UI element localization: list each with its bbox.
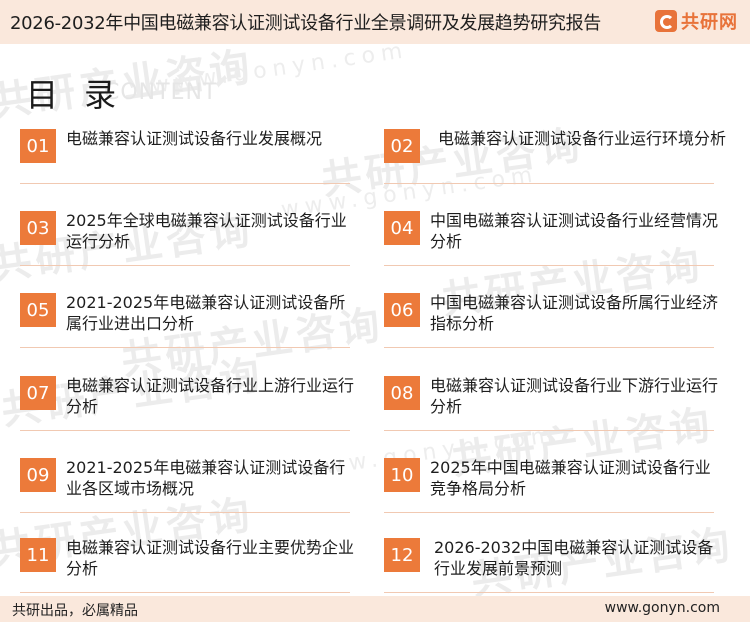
footer-slogan: 共研出品，必属精品: [12, 603, 138, 619]
toc-item-number: 07: [20, 376, 56, 410]
toc-item-03[interactable]: 03 2025年全球电磁兼容认证测试设备行业运行分析: [20, 211, 350, 281]
toc-item-08[interactable]: 08 电磁兼容认证测试设备行业下游行业运行分析: [384, 376, 718, 446]
toc-item-05[interactable]: 05 2021-2025年电磁兼容认证测试设备所属行业进出口分析: [20, 293, 350, 363]
divider: [20, 347, 350, 348]
toc-item-number: 02: [384, 129, 420, 163]
toc-item-number: 08: [384, 376, 420, 410]
toc-item-01[interactable]: 01 电磁兼容认证测试设备行业发展概况: [20, 129, 350, 199]
divider: [384, 430, 714, 431]
divider: [20, 265, 350, 266]
toc-item-label: 2025年中国电磁兼容认证测试设备行业竞争格局分析: [430, 458, 711, 498]
brand-logo[interactable]: 共研网: [655, 8, 738, 34]
toc-item-label: 2026-2032中国电磁兼容认证测试设备行业发展前景预测: [434, 538, 714, 578]
toc-item-number: 12: [384, 538, 420, 572]
header-bar: 2026-2032年中国电磁兼容认证测试设备行业全景调研及发展趋势研究报告 共研…: [0, 0, 750, 44]
toc-item-label: 电磁兼容认证测试设备行业上游行业运行分析: [66, 376, 355, 416]
toc-item-number: 04: [384, 211, 420, 245]
toc-item-number: 11: [20, 538, 56, 572]
divider: [20, 183, 350, 184]
toc-item-label: 电磁兼容认证测试设备行业下游行业运行分析: [430, 376, 719, 416]
divider: [384, 265, 714, 266]
toc-item-label: 电磁兼容认证测试设备行业运行环境分析: [438, 129, 727, 148]
footer-url[interactable]: www.gonyn.com: [605, 600, 720, 616]
toc-item-number: 01: [20, 129, 56, 163]
toc-item-09[interactable]: 09 2021-2025年电磁兼容认证测试设备行业各区域市场概况: [20, 458, 350, 528]
toc-item-label: 电磁兼容认证测试设备行业主要优势企业分析: [66, 538, 355, 578]
divider: [384, 512, 714, 513]
toc-item-label: 电磁兼容认证测试设备行业发展概况: [66, 129, 323, 148]
footer-bar: 共研出品，必属精品 www.gonyn.com: [0, 596, 750, 622]
report-title: 2026-2032年中国电磁兼容认证测试设备行业全景调研及发展趋势研究报告: [10, 13, 602, 34]
toc-item-label: 2021-2025年电磁兼容认证测试设备所属行业进出口分析: [66, 293, 346, 333]
divider: [20, 430, 350, 431]
divider: [384, 183, 714, 184]
toc-item-label: 中国电磁兼容认证测试设备行业经营情况分析: [430, 211, 719, 251]
toc-item-06[interactable]: 06 中国电磁兼容认证测试设备所属行业经济指标分析: [384, 293, 718, 363]
divider: [384, 592, 714, 593]
toc-item-number: 03: [20, 211, 56, 245]
toc-item-label: 2021-2025年电磁兼容认证测试设备行业各区域市场概况: [66, 458, 346, 498]
toc-heading: 目 录: [26, 76, 125, 114]
toc-item-04[interactable]: 04 中国电磁兼容认证测试设备行业经营情况分析: [384, 211, 718, 281]
divider: [384, 347, 714, 348]
toc-item-number: 10: [384, 458, 420, 492]
toc-item-label: 2025年全球电磁兼容认证测试设备行业运行分析: [66, 211, 347, 251]
toc-item-number: 06: [384, 293, 420, 327]
toc-item-02[interactable]: 02 电磁兼容认证测试设备行业运行环境分析: [384, 129, 726, 199]
brand-logo-icon: [655, 10, 677, 32]
toc-item-10[interactable]: 10 2025年中国电磁兼容认证测试设备行业竞争格局分析: [384, 458, 714, 528]
toc-item-number: 05: [20, 293, 56, 327]
divider: [20, 512, 350, 513]
divider: [20, 592, 350, 593]
toc-item-07[interactable]: 07 电磁兼容认证测试设备行业上游行业运行分析: [20, 376, 354, 446]
toc-item-number: 09: [20, 458, 56, 492]
toc-item-label: 中国电磁兼容认证测试设备所属行业经济指标分析: [430, 293, 719, 333]
brand-name: 共研网: [681, 12, 738, 33]
